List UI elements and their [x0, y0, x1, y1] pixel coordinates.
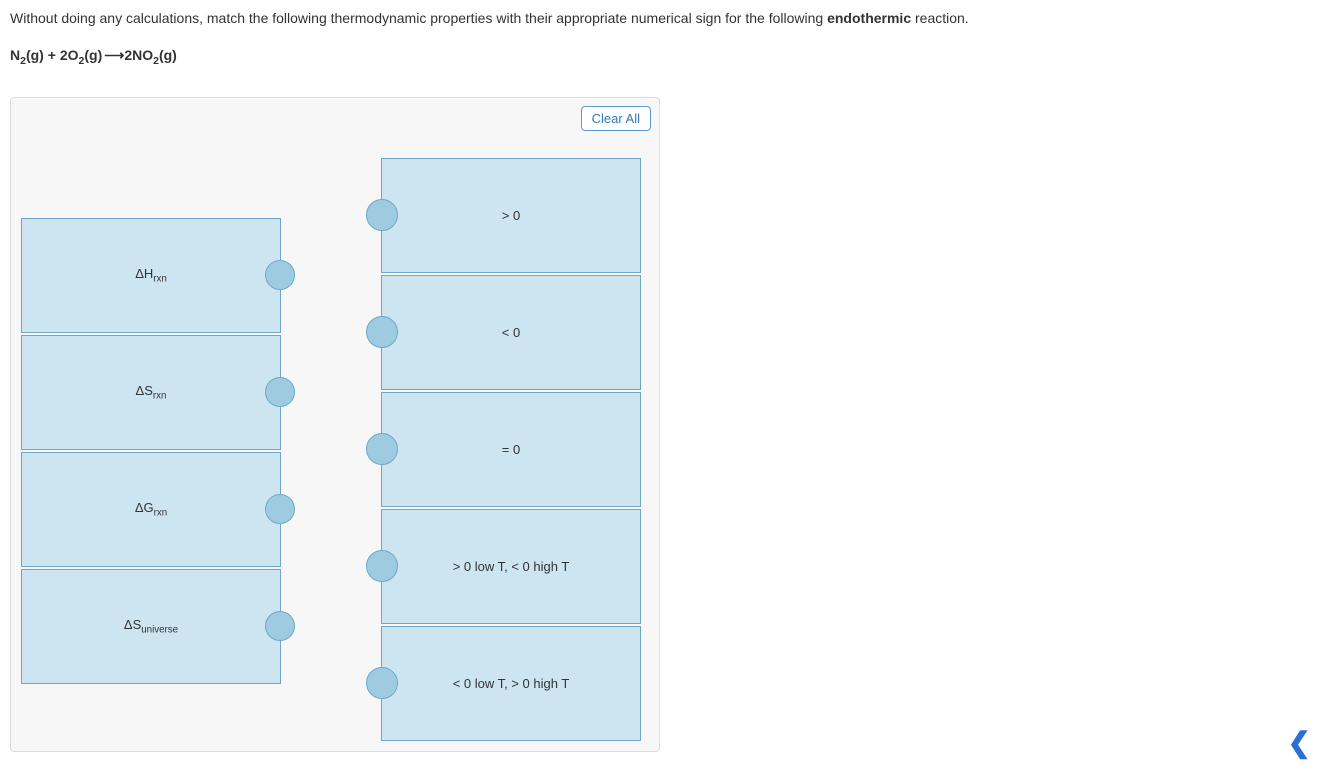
- delta-symbol: Δ: [124, 617, 133, 632]
- subscript: universe: [141, 625, 178, 636]
- property-tile-dsuniv[interactable]: ΔSuniverse: [21, 569, 281, 684]
- main-letter: H: [144, 266, 153, 281]
- lhs1-phase: (g): [26, 47, 44, 63]
- arrow-icon: ⟶: [102, 47, 124, 64]
- sign-label: < 0 low T, > 0 high T: [453, 676, 570, 691]
- main-letter: S: [144, 383, 153, 398]
- rhs-phase: (g): [159, 47, 177, 63]
- delta-symbol: Δ: [135, 266, 144, 281]
- connector-slot[interactable]: [366, 550, 398, 582]
- subscript: rxn: [153, 391, 167, 402]
- lhs1-base: N: [10, 47, 20, 63]
- delta-symbol: Δ: [135, 500, 144, 515]
- sign-tile-lt0[interactable]: < 0: [381, 275, 641, 390]
- question-post: reaction.: [911, 10, 969, 26]
- sign-label: = 0: [502, 442, 520, 457]
- subscript: rxn: [154, 508, 168, 519]
- rhs-base: NO: [132, 47, 153, 63]
- rhs-coef: 2: [124, 47, 132, 63]
- question-pre: Without doing any calculations, match th…: [10, 10, 827, 26]
- plus: +: [44, 47, 60, 63]
- lhs2-phase: (g): [84, 47, 102, 63]
- sign-tile-gt0low-lt0high[interactable]: > 0 low T, < 0 high T: [381, 509, 641, 624]
- connector-slot[interactable]: [366, 433, 398, 465]
- lhs2-coef: 2: [60, 47, 68, 63]
- delta-h-label: ΔHrxn: [135, 266, 167, 285]
- connector-slot[interactable]: [366, 199, 398, 231]
- sign-tile-eq0[interactable]: = 0: [381, 392, 641, 507]
- connector-peg[interactable]: [265, 260, 295, 290]
- columns: ΔHrxn ΔSrxn ΔGrxn ΔSuniverse: [21, 108, 649, 741]
- delta-s-label: ΔSrxn: [136, 383, 167, 402]
- connector-peg[interactable]: [265, 377, 295, 407]
- matching-panel: Clear All ΔHrxn ΔSrxn ΔGrxn: [10, 97, 660, 752]
- connector-peg[interactable]: [265, 611, 295, 641]
- delta-suniv-label: ΔSuniverse: [124, 617, 178, 636]
- connector-peg[interactable]: [265, 494, 295, 524]
- connector-slot[interactable]: [366, 667, 398, 699]
- main-letter: G: [144, 500, 154, 515]
- subscript: rxn: [153, 274, 167, 285]
- sign-tile-lt0low-gt0high[interactable]: < 0 low T, > 0 high T: [381, 626, 641, 741]
- lhs2-base: O: [68, 47, 79, 63]
- delta-g-label: ΔGrxn: [135, 500, 167, 519]
- right-column: > 0 < 0 = 0 > 0 low T, < 0 high T < 0 lo…: [381, 158, 641, 741]
- sign-tile-gt0[interactable]: > 0: [381, 158, 641, 273]
- question-bold: endothermic: [827, 10, 911, 26]
- clear-all-button[interactable]: Clear All: [581, 106, 651, 131]
- property-tile-ds[interactable]: ΔSrxn: [21, 335, 281, 450]
- left-column: ΔHrxn ΔSrxn ΔGrxn ΔSuniverse: [21, 218, 281, 684]
- property-tile-dh[interactable]: ΔHrxn: [21, 218, 281, 333]
- sign-label: > 0: [502, 208, 520, 223]
- chevron-left-icon[interactable]: ❮: [1288, 729, 1311, 757]
- delta-symbol: Δ: [136, 383, 145, 398]
- reaction-equation: N2(g) + 2O2(g)⟶2NO2(g): [10, 47, 1313, 67]
- connector-slot[interactable]: [366, 316, 398, 348]
- sign-label: > 0 low T, < 0 high T: [453, 559, 570, 574]
- sign-label: < 0: [502, 325, 520, 340]
- property-tile-dg[interactable]: ΔGrxn: [21, 452, 281, 567]
- main-letter: S: [133, 617, 142, 632]
- question-text: Without doing any calculations, match th…: [10, 8, 1313, 29]
